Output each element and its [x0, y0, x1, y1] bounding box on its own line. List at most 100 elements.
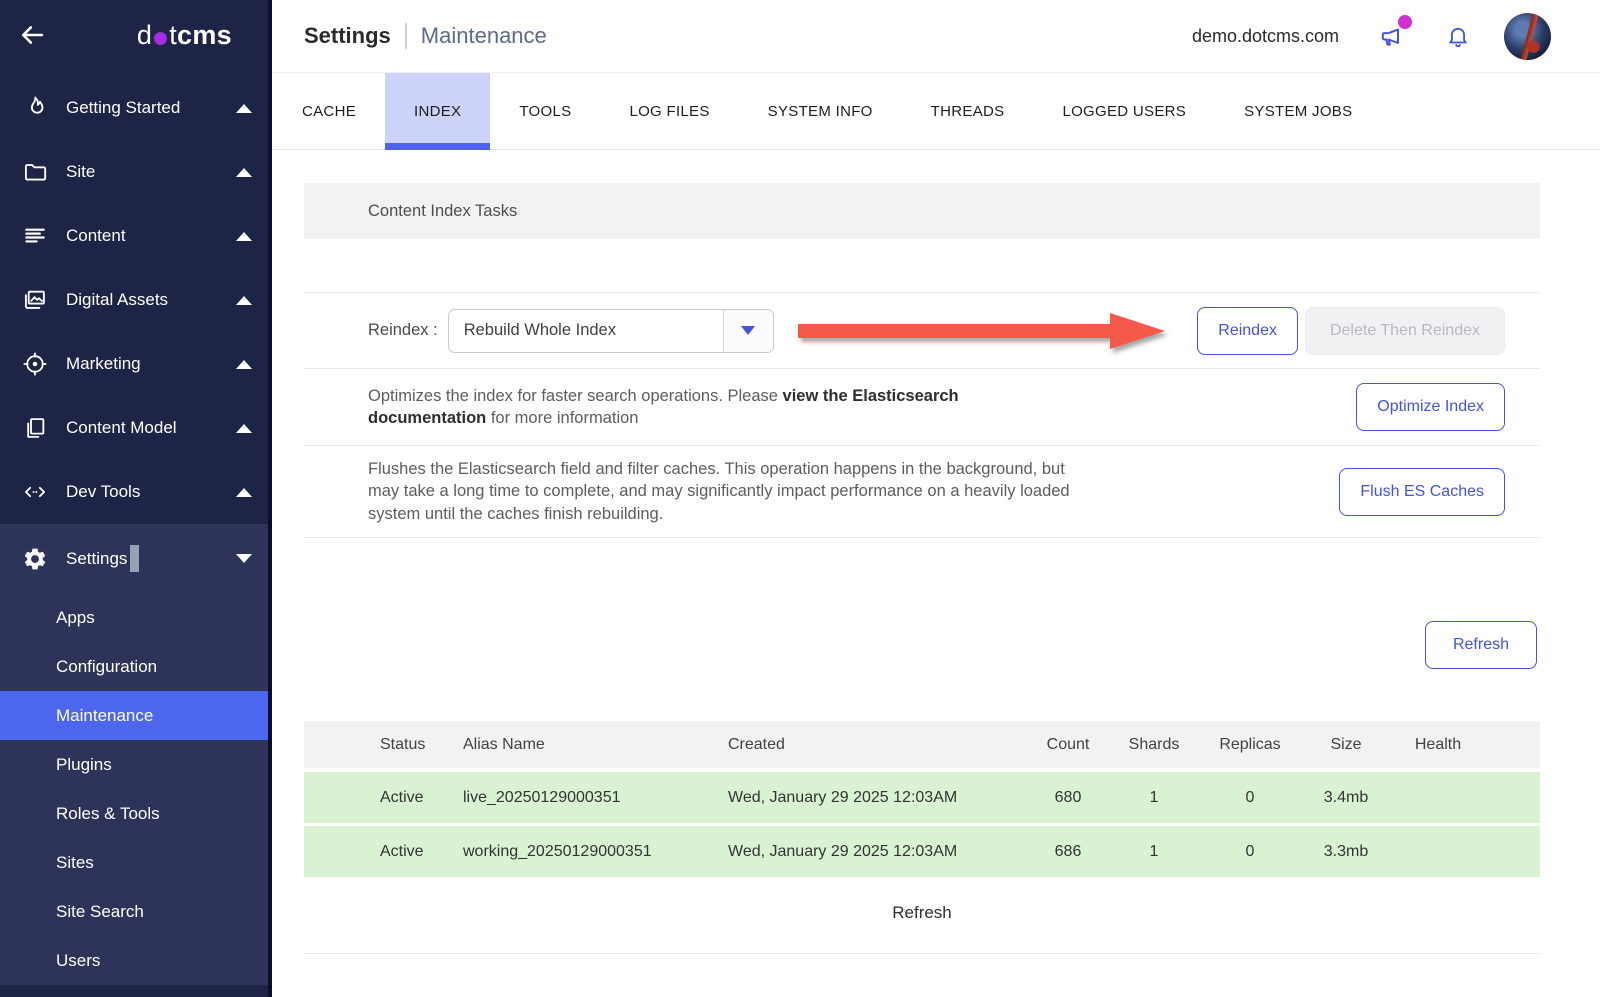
optimize-text: for more information [486, 409, 638, 427]
chevron-up-icon [236, 296, 252, 305]
dotcms-logo: d t cms [137, 20, 232, 51]
sidebar-item-digital-assets[interactable]: Digital Assets [0, 268, 268, 332]
flame-icon [22, 95, 48, 121]
toolbar: Settings Maintenance demo.dotcms.com [272, 0, 1600, 73]
col-health: Health [1392, 736, 1484, 754]
notifications-bell-button[interactable] [1445, 23, 1471, 49]
table-row[interactable]: Active live_20250129000351 Wed, January … [304, 772, 1540, 823]
panel-title-bar: Content Index Tasks [304, 183, 1540, 239]
optimize-description: Optimizes the index for faster search op… [368, 385, 1008, 430]
delete-then-reindex-button[interactable]: Delete Then Reindex [1305, 307, 1505, 355]
sidebar-item-label: Dev Tools [66, 482, 140, 502]
tab-index[interactable]: INDEX [385, 73, 490, 149]
settings-group: Settings Apps Configuration Maintenance … [0, 524, 268, 985]
cell-status: Active [304, 843, 440, 861]
gear-icon [22, 546, 48, 572]
sidebar-nav: Getting Started Site Content [0, 70, 268, 524]
image-icon [22, 287, 48, 313]
sidebar-item-apps[interactable]: Apps [0, 593, 268, 642]
col-size: Size [1300, 736, 1392, 754]
reindex-row: Reindex : Rebuild Whole Index Reindex De… [304, 293, 1540, 368]
col-status: Status [304, 736, 440, 754]
sidebar-item-content-model[interactable]: Content Model [0, 396, 268, 460]
notification-dot [1398, 15, 1412, 29]
sidebar-top: d t cms [0, 0, 268, 70]
panel-title: Content Index Tasks [368, 202, 517, 221]
announcements-button[interactable] [1377, 22, 1405, 50]
copy-icon [22, 415, 48, 441]
refresh-link[interactable]: Refresh [892, 903, 952, 922]
folder-icon [22, 159, 48, 185]
sidebar-item-dev-tools[interactable]: Dev Tools [0, 460, 268, 524]
optimize-index-button[interactable]: Optimize Index [1356, 383, 1505, 431]
chevron-up-icon [236, 424, 252, 433]
avatar[interactable] [1504, 13, 1551, 60]
tab-system-info[interactable]: SYSTEM INFO [739, 73, 902, 149]
logo-text-bold: cms [177, 20, 232, 51]
sidebar-item-label: Content [66, 226, 126, 246]
tab-bar: CACHE INDEX TOOLS LOG FILES SYSTEM INFO … [272, 73, 1600, 150]
tab-log-files[interactable]: LOG FILES [600, 73, 738, 149]
tab-cache[interactable]: CACHE [273, 73, 385, 149]
main-area: Settings Maintenance demo.dotcms.com [272, 0, 1600, 997]
sidebar-item-label: Marketing [66, 354, 141, 374]
sidebar-item-site-search[interactable]: Site Search [0, 887, 268, 936]
tab-tools[interactable]: TOOLS [490, 73, 600, 149]
cell-status: Active [304, 789, 440, 807]
site-selector[interactable]: demo.dotcms.com [1192, 26, 1339, 47]
chevron-up-icon [236, 232, 252, 241]
logo-dot-icon [154, 32, 167, 45]
settings-submenu: Apps Configuration Maintenance Plugins R… [0, 593, 268, 985]
reindex-strategy-dropdown[interactable]: Rebuild Whole Index [448, 309, 774, 353]
sidebar-item-label: Digital Assets [66, 290, 168, 310]
index-tab-content: Content Index Tasks Reindex : Rebuild Wh… [272, 150, 1600, 997]
app-window: d t cms Getting Started Sit [0, 0, 1600, 997]
cell-size: 3.4mb [1300, 789, 1392, 807]
sidebar-item-content[interactable]: Content [0, 204, 268, 268]
col-created: Created [712, 736, 1028, 754]
cell-replicas: 0 [1200, 789, 1300, 807]
flush-es-caches-button[interactable]: Flush ES Caches [1339, 468, 1505, 516]
cell-count: 686 [1028, 843, 1108, 861]
cell-created: Wed, January 29 2025 12:03AM [712, 789, 1028, 807]
text-cursor [130, 545, 139, 572]
sidebar-item-roles-tools[interactable]: Roles & Tools [0, 789, 268, 838]
sidebar-item-label: Site [66, 162, 95, 182]
col-replicas: Replicas [1200, 736, 1300, 754]
sidebar-item-users[interactable]: Users [0, 936, 268, 985]
col-alias: Alias Name [440, 736, 712, 754]
tab-threads[interactable]: THREADS [902, 73, 1034, 149]
sidebar-item-label: Settings [66, 549, 127, 569]
refresh-button[interactable]: Refresh [1425, 621, 1537, 669]
sidebar-item-configuration[interactable]: Configuration [0, 642, 268, 691]
sidebar-item-maintenance[interactable]: Maintenance [0, 691, 268, 740]
sidebar-item-settings[interactable]: Settings [0, 524, 268, 593]
sidebar-item-sites[interactable]: Sites [0, 838, 268, 887]
cell-shards: 1 [1108, 843, 1200, 861]
back-arrow-icon[interactable] [18, 20, 48, 50]
target-icon [22, 351, 48, 377]
reindex-button[interactable]: Reindex [1197, 307, 1298, 355]
optimize-index-row: Optimizes the index for faster search op… [304, 369, 1540, 445]
code-icon [22, 479, 48, 505]
sidebar-item-getting-started[interactable]: Getting Started [0, 76, 268, 140]
table-row[interactable]: Active working_20250129000351 Wed, Janua… [304, 826, 1540, 877]
chevron-up-icon [236, 488, 252, 497]
sidebar-item-label: Content Model [66, 418, 177, 438]
cell-alias: live_20250129000351 [440, 789, 712, 807]
chevron-up-icon [236, 168, 252, 177]
page-subtitle: Maintenance [421, 23, 547, 49]
cell-count: 680 [1028, 789, 1108, 807]
table-header: Status Alias Name Created Count Shards R… [304, 721, 1540, 768]
sidebar-item-plugins[interactable]: Plugins [0, 740, 268, 789]
index-table: Status Alias Name Created Count Shards R… [304, 721, 1540, 877]
page-title: Settings [304, 23, 391, 49]
tab-system-jobs[interactable]: SYSTEM JOBS [1215, 73, 1381, 149]
dropdown-caret-box[interactable] [723, 310, 773, 352]
sidebar-item-marketing[interactable]: Marketing [0, 332, 268, 396]
tab-logged-users[interactable]: LOGGED USERS [1033, 73, 1215, 149]
chevron-down-icon [741, 326, 755, 335]
sidebar-item-site[interactable]: Site [0, 140, 268, 204]
logo-text: t [169, 20, 177, 51]
reindex-label: Reindex : [368, 321, 438, 340]
